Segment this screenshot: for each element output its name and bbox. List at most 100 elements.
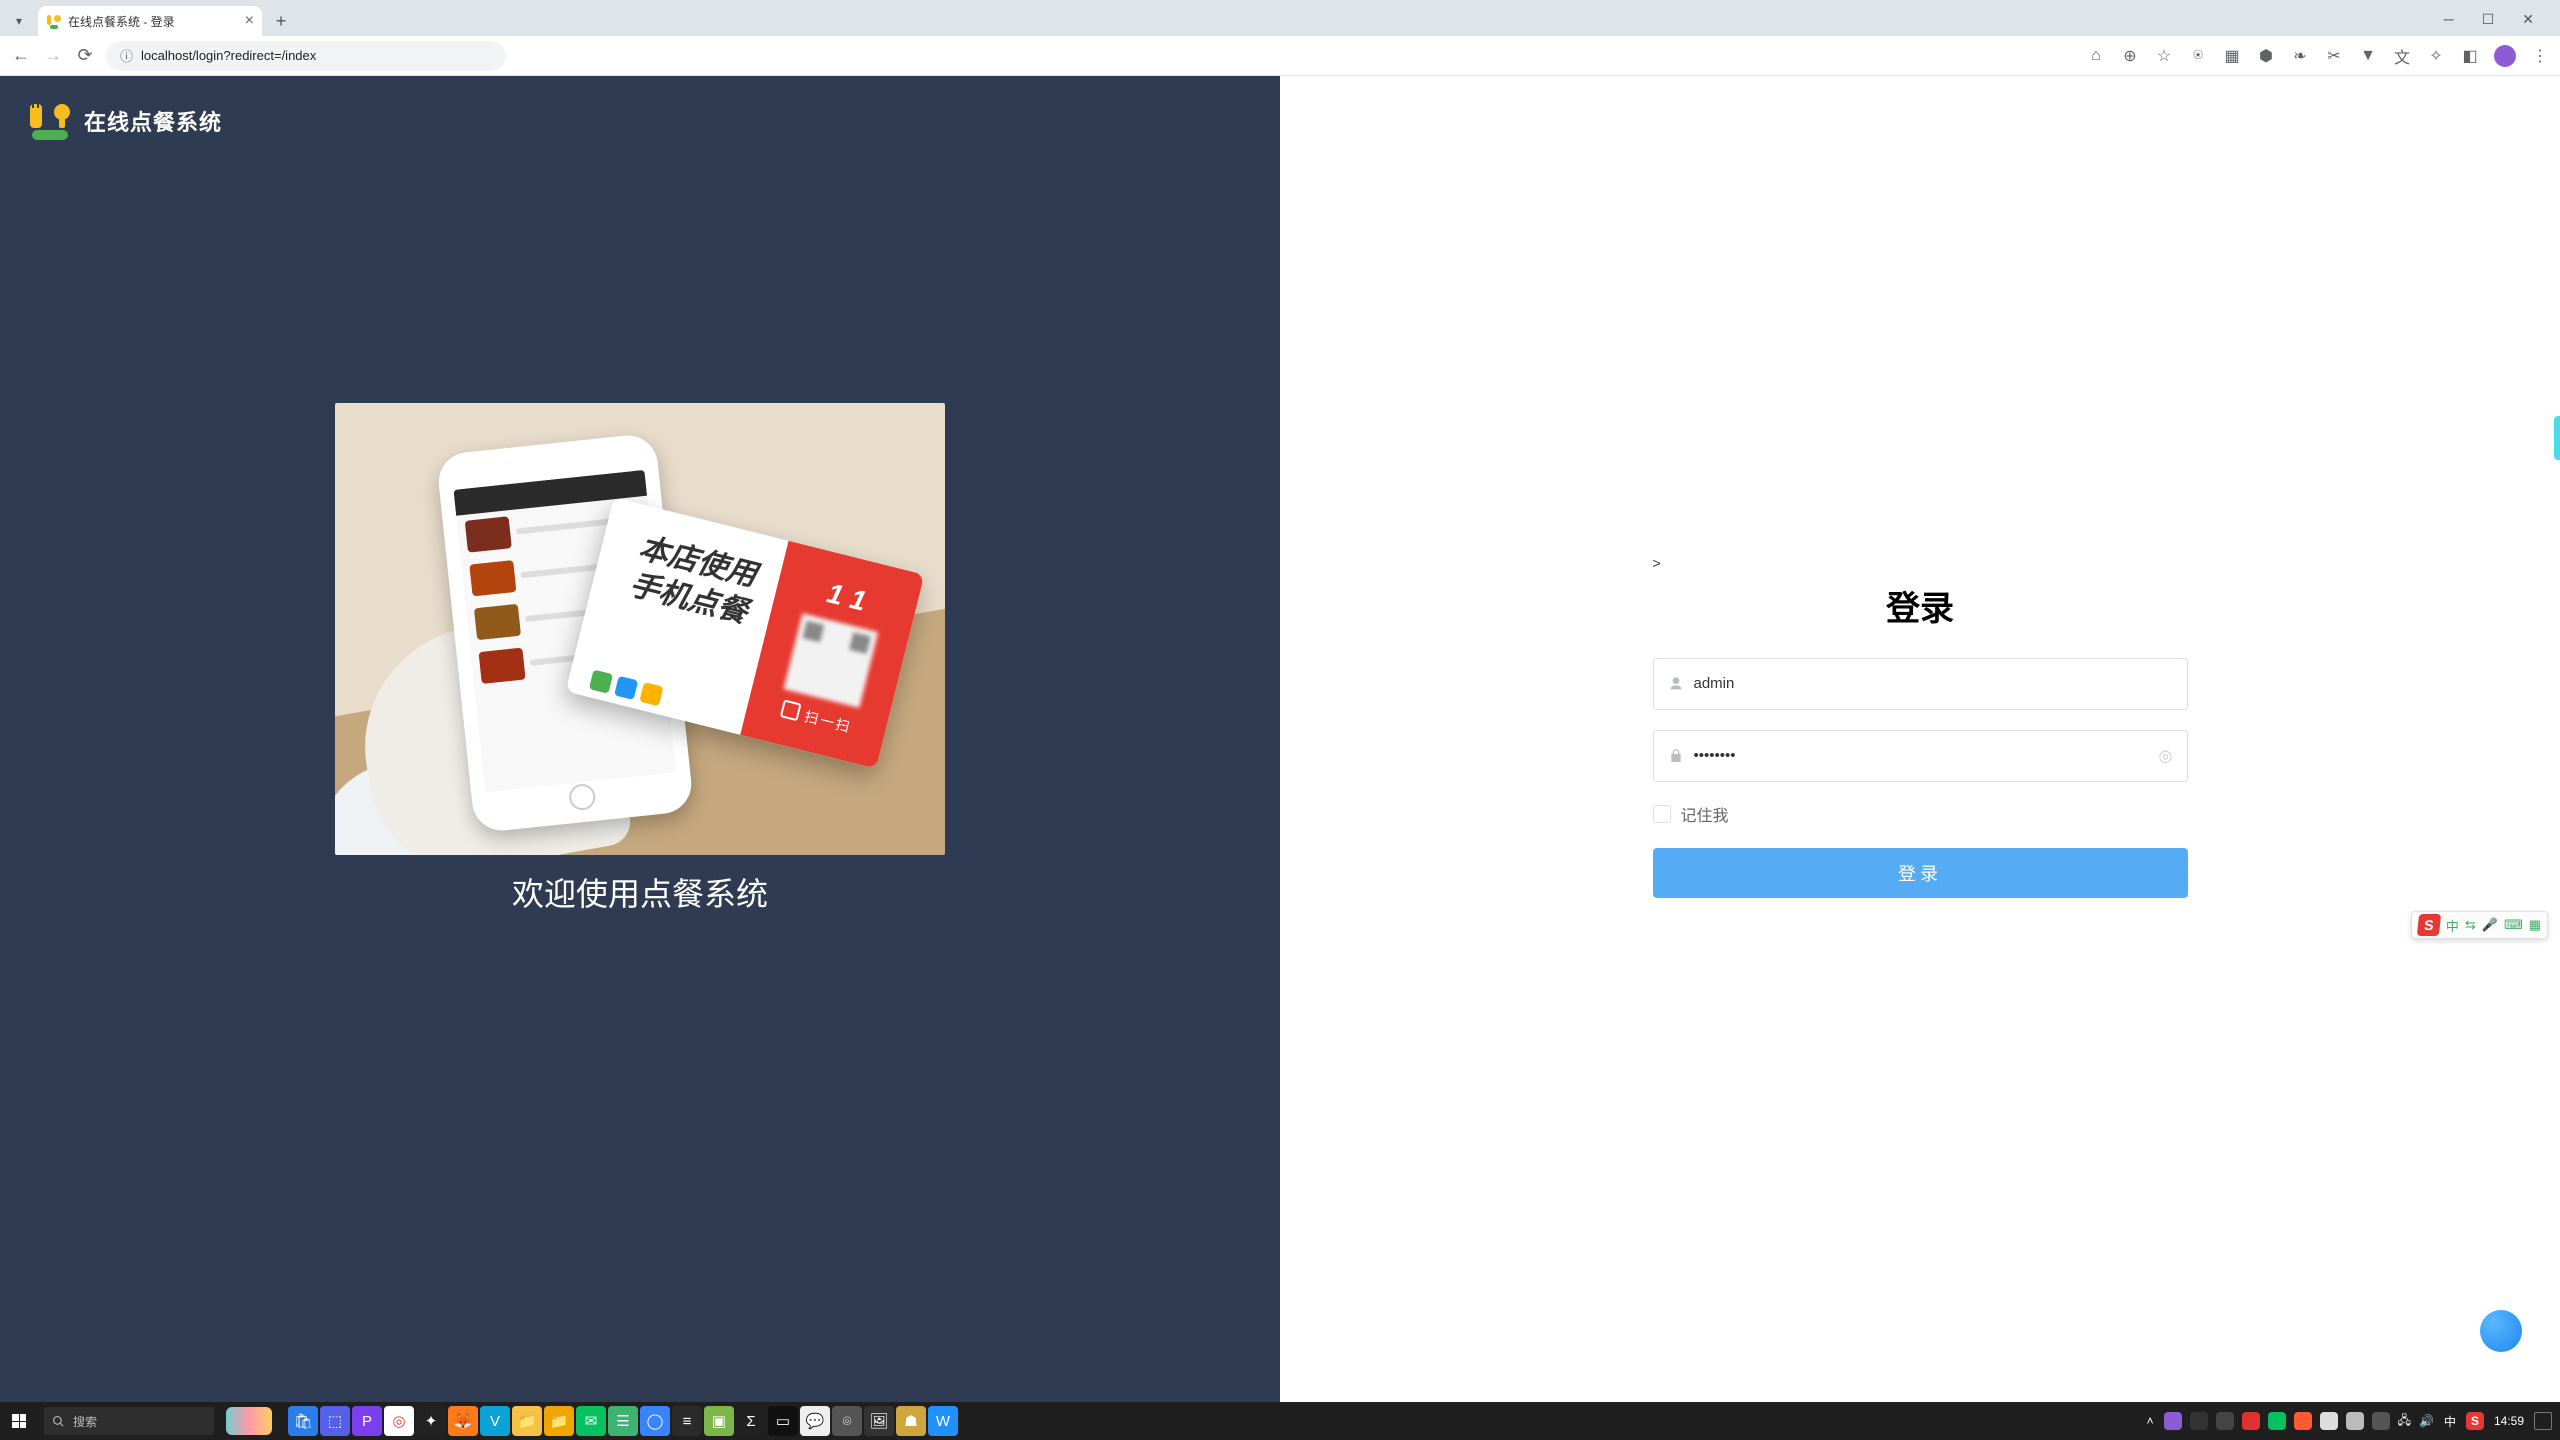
tab-close-icon[interactable]: × <box>245 13 254 29</box>
pinned-app-4-icon[interactable]: ◎ <box>384 1406 414 1436</box>
tray-app-3-icon[interactable] <box>2216 1412 2234 1430</box>
ext-adblock-icon[interactable]: ⬢ <box>2256 46 2276 66</box>
table-number: 1 1 <box>824 577 870 617</box>
pinned-app-10-icon[interactable]: ✉ <box>576 1406 606 1436</box>
login-button[interactable]: 登录 <box>1653 848 2188 898</box>
pinned-app-19-icon[interactable]: 🖼 <box>864 1406 894 1436</box>
bookmark-star-icon[interactable]: ☆ <box>2154 46 2174 66</box>
remember-me-label: 记住我 <box>1681 802 1729 826</box>
ext-clip-icon[interactable]: ✂ <box>2324 46 2344 66</box>
window-close-icon[interactable]: ✕ <box>2522 11 2534 28</box>
extensions-puzzle-icon[interactable]: ✧ <box>2426 46 2446 66</box>
ime-keyboard-icon[interactable]: ⌨ <box>2504 917 2523 933</box>
nav-reload-icon[interactable]: ⟳ <box>74 45 96 67</box>
pinned-app-7-icon[interactable]: V <box>480 1406 510 1436</box>
start-button[interactable] <box>0 1402 38 1440</box>
chrome-menu-icon[interactable]: ⋮ <box>2530 46 2550 66</box>
pinned-app-5-icon[interactable]: ✦ <box>416 1406 446 1436</box>
qr-code-icon <box>784 613 879 708</box>
tray-app-6-icon[interactable] <box>2294 1412 2312 1430</box>
password-key-icon[interactable]: ⌂ <box>2086 46 2106 66</box>
address-bar[interactable]: ⓘ localhost/login?redirect=/index <box>106 41 506 71</box>
window-maximize-icon[interactable]: ☐ <box>2482 11 2495 28</box>
tray-expand-icon[interactable]: ˄ <box>2147 1414 2154 1428</box>
ext-camera-icon[interactable]: ⍟ <box>2188 46 2208 66</box>
left-hero-panel: 在线点餐系统 本店使用手机点餐 <box>0 76 1280 1402</box>
notification-center-icon[interactable] <box>2534 1412 2552 1430</box>
pinned-app-2-icon[interactable]: ⬚ <box>320 1406 350 1436</box>
tray-ime-mode[interactable]: 中 <box>2444 1413 2456 1430</box>
tray-volume-icon[interactable]: 🔊 <box>2419 1414 2434 1428</box>
browser-tab[interactable]: 在线点餐系统 - 登录 × <box>38 6 262 36</box>
ext-leaf-icon[interactable]: ❧ <box>2290 46 2310 66</box>
pinned-app-3-icon[interactable]: P <box>352 1406 382 1436</box>
site-info-icon[interactable]: ⓘ <box>120 46 133 65</box>
ext-filter-icon[interactable]: ▼ <box>2358 46 2378 66</box>
hero-caption: 欢迎使用点餐系统 <box>335 869 945 915</box>
username-field[interactable] <box>1653 658 2188 710</box>
tray-app-5-icon[interactable] <box>2268 1412 2286 1430</box>
pinned-app-6-icon[interactable]: 🦊 <box>448 1406 478 1436</box>
taskbar-widget-icon[interactable] <box>226 1407 272 1435</box>
right-edge-sliver <box>2554 416 2560 460</box>
tray-network-icon[interactable]: 🖧 <box>2398 1411 2411 1432</box>
pinned-app-17-icon[interactable]: 💬 <box>800 1406 830 1436</box>
url-text: localhost/login?redirect=/index <box>141 48 316 63</box>
nav-forward-icon[interactable]: → <box>42 45 64 67</box>
pinned-app-16-icon[interactable]: ▭ <box>768 1406 798 1436</box>
tab-title: 在线点餐系统 - 登录 <box>68 13 175 30</box>
tray-app-7-icon[interactable] <box>2320 1412 2338 1430</box>
pinned-app-20-icon[interactable]: ☗ <box>896 1406 926 1436</box>
tray-app-8-icon[interactable] <box>2346 1412 2364 1430</box>
remember-me-checkbox[interactable]: 记住我 <box>1653 802 2188 826</box>
pinned-app-15-icon[interactable]: Σ <box>736 1406 766 1436</box>
toggle-password-visibility-icon[interactable]: ◎ <box>2159 746 2173 766</box>
pinned-app-21-icon[interactable]: W <box>928 1406 958 1436</box>
tray-app-2-icon[interactable] <box>2190 1412 2208 1430</box>
ime-grid-icon[interactable]: ▦ <box>2529 917 2541 933</box>
ime-toolbar[interactable]: S 中 ⇆ 🎤 ⌨ ▦ <box>2411 911 2548 939</box>
checkbox-icon[interactable] <box>1653 805 1671 823</box>
username-input[interactable] <box>1694 675 2173 692</box>
brand-title: 在线点餐系统 <box>84 105 222 137</box>
pinned-app-1-icon[interactable]: 🛍 <box>288 1406 318 1436</box>
password-field[interactable]: ◎ <box>1653 730 2188 782</box>
pinned-app-11-icon[interactable]: ☰ <box>608 1406 638 1436</box>
pinned-app-18-icon[interactable]: ⌾ <box>832 1406 862 1436</box>
scan-label: 扫一扫 <box>779 699 854 737</box>
ext-translate-icon[interactable]: 文 <box>2392 46 2412 66</box>
zoom-icon[interactable]: ⊕ <box>2120 46 2140 66</box>
ime-mode[interactable]: 中 <box>2446 916 2459 935</box>
window-minimize-icon[interactable]: ─ <box>2444 11 2454 28</box>
login-title: 登录 <box>1653 581 2188 630</box>
stray-glyph: > <box>1653 555 1661 571</box>
ime-switch-icon[interactable]: ⇆ <box>2465 917 2476 933</box>
pinned-app-8-icon[interactable]: 📁 <box>512 1406 542 1436</box>
taskbar-search[interactable]: 搜索 <box>44 1407 214 1435</box>
pinned-app-12-icon[interactable]: ◯ <box>640 1406 670 1436</box>
new-tab-button[interactable]: + <box>268 8 294 34</box>
taskbar-search-placeholder: 搜索 <box>73 1413 97 1430</box>
search-icon <box>52 1415 65 1428</box>
pinned-app-9-icon[interactable]: 📁 <box>544 1406 574 1436</box>
ime-mic-icon[interactable]: 🎤 <box>2482 917 2498 933</box>
tray-app-9-icon[interactable] <box>2372 1412 2390 1430</box>
taskbar-clock[interactable]: 14:59 <box>2494 1414 2524 1428</box>
tabs-dropdown-icon[interactable]: ▾ <box>10 12 28 30</box>
login-panel: > 登录 ◎ 记住我 登录 <box>1280 76 2560 1402</box>
pinned-app-14-icon[interactable]: ▣ <box>704 1406 734 1436</box>
windows-taskbar[interactable]: 搜索 🛍 ⬚ P ◎ ✦ 🦊 V 📁 📁 ✉ ☰ ◯ ≡ ▣ Σ ▭ 💬 ⌾ 🖼… <box>0 1402 2560 1440</box>
tray-app-1-icon[interactable] <box>2164 1412 2182 1430</box>
tray-app-4-icon[interactable] <box>2242 1412 2260 1430</box>
pinned-app-13-icon[interactable]: ≡ <box>672 1406 702 1436</box>
hero-image: 本店使用手机点餐 1 1 扫一扫 <box>335 403 945 855</box>
tray-sogou-icon[interactable]: S <box>2466 1412 2484 1430</box>
nav-back-icon[interactable]: ← <box>10 45 32 67</box>
user-icon <box>1668 676 1684 692</box>
password-input[interactable] <box>1694 747 2149 764</box>
side-panel-icon[interactable]: ◧ <box>2460 46 2480 66</box>
brand-logo-icon <box>30 104 70 138</box>
ext-image-icon[interactable]: ▦ <box>2222 46 2242 66</box>
chat-bubble-icon[interactable] <box>2480 1310 2522 1352</box>
profile-avatar-icon[interactable] <box>2494 45 2516 67</box>
